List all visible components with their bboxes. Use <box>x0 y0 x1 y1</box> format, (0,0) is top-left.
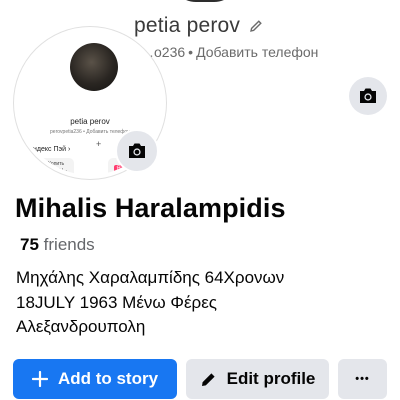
pencil-icon <box>201 372 215 386</box>
add-to-story-button[interactable]: Add to story <box>13 359 177 399</box>
cover-sub-separator: • <box>188 44 194 60</box>
profile-bio: Μηχάλης Χαραλαμπίδης 64Χρονων 18JULY 196… <box>16 266 284 340</box>
cover-add-phone-link: Добавить телефон <box>196 44 319 60</box>
bonus-icon <box>35 164 43 172</box>
profile-picture-card-text: Копить баллы... <box>48 161 68 173</box>
friends-label: friends <box>43 235 95 254</box>
cover-avatar-fragment <box>170 0 240 2</box>
cover-name: petia perov <box>134 14 241 37</box>
friends-count: 75 <box>20 235 39 254</box>
profile-picture-pay-label: Яндекс Пэй › <box>28 146 71 153</box>
camera-icon <box>360 88 376 103</box>
bio-line: Αλεξανδρουπολη <box>16 317 146 336</box>
edit-profile-picture-button[interactable] <box>115 129 159 173</box>
profile-picture-name: petia perov <box>70 117 110 126</box>
friends-count-link[interactable]: 75 friends <box>20 235 95 255</box>
edit-cover-photo-button[interactable] <box>349 77 387 115</box>
more-icon: ••• <box>355 373 370 385</box>
profile-photo-image <box>70 43 118 91</box>
profile-name: Mihalis Haralampidis <box>15 193 286 223</box>
cover-sub-row: …o236 • Добавить телефон <box>140 44 318 60</box>
add-to-story-label: Add to story <box>57 369 159 388</box>
edit-profile-button[interactable]: Edit profile <box>186 359 329 399</box>
pencil-icon <box>250 20 262 32</box>
camera-icon <box>129 143 145 158</box>
cover-name-row: petia perov <box>134 14 264 38</box>
edit-profile-label: Edit profile <box>226 369 316 388</box>
plus-icon <box>31 371 48 387</box>
bio-line: 18JULY 1963 Μένω Φέρες <box>16 292 217 312</box>
bio-line: Μηχάλης Χαραλαμπίδης 64Χρονων <box>16 268 285 287</box>
more-options-button[interactable]: ••• <box>338 359 387 399</box>
profile-picture-plus: + <box>96 139 102 149</box>
